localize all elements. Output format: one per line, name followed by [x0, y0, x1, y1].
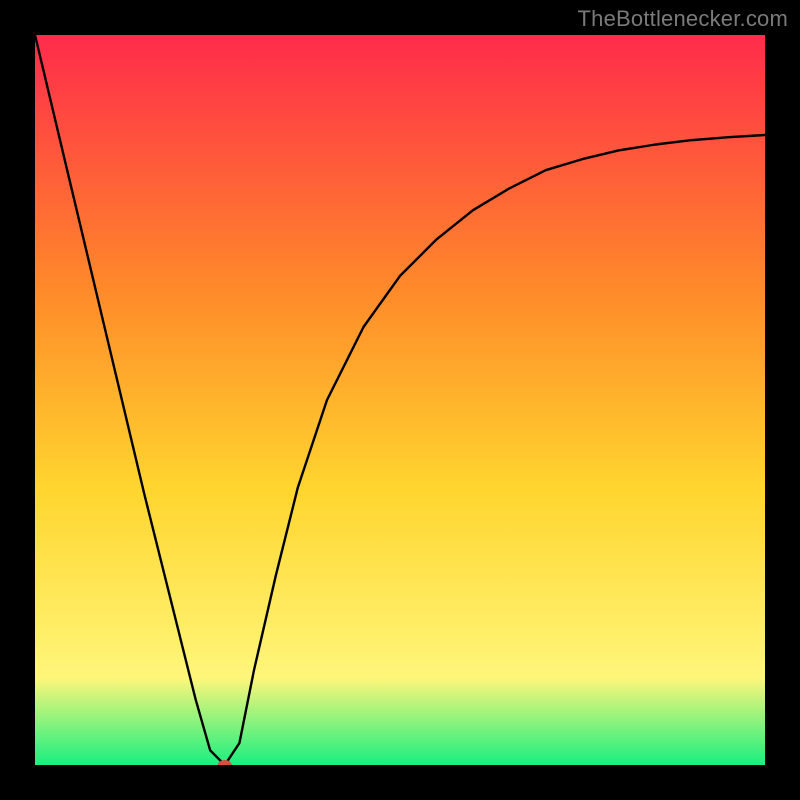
plot-area — [35, 35, 765, 765]
chart-svg — [35, 35, 765, 765]
chart-frame: TheBottlenecker.com — [0, 0, 800, 800]
attribution-text: TheBottlenecker.com — [578, 6, 788, 32]
